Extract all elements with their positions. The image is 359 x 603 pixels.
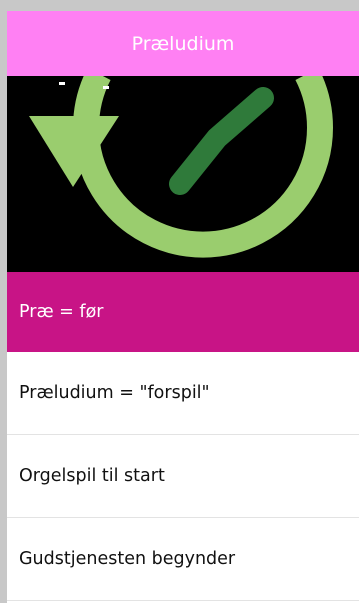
device-frame: Præludium Præ = før Præludium = "forspil… [0, 0, 359, 603]
list-item-label: Præ = før [19, 302, 104, 322]
list-item-label: Orgelspil til start [19, 466, 165, 486]
list-item[interactable]: Præludium = "forspil" [7, 352, 359, 435]
list-item[interactable]: Præ = før [7, 272, 359, 352]
topic-list: Præ = før Præludium = "forspil" Orgelspi… [7, 272, 359, 601]
tick-mark [59, 82, 65, 85]
list-item[interactable]: Orgelspil til start [7, 435, 359, 518]
list-item-label: Præludium = "forspil" [19, 383, 210, 403]
hero-image [7, 76, 359, 272]
title-bar: Præludium [7, 11, 359, 76]
tick-mark [103, 86, 109, 89]
list-item-label: Gudstjenesten begynder [19, 549, 236, 569]
page-title: Præludium [131, 32, 235, 55]
list-item[interactable]: Gudstjenesten begynder [7, 518, 359, 601]
clock-refresh-icon [7, 76, 359, 272]
app-screen: Præludium Præ = før Præludium = "forspil… [7, 11, 359, 603]
